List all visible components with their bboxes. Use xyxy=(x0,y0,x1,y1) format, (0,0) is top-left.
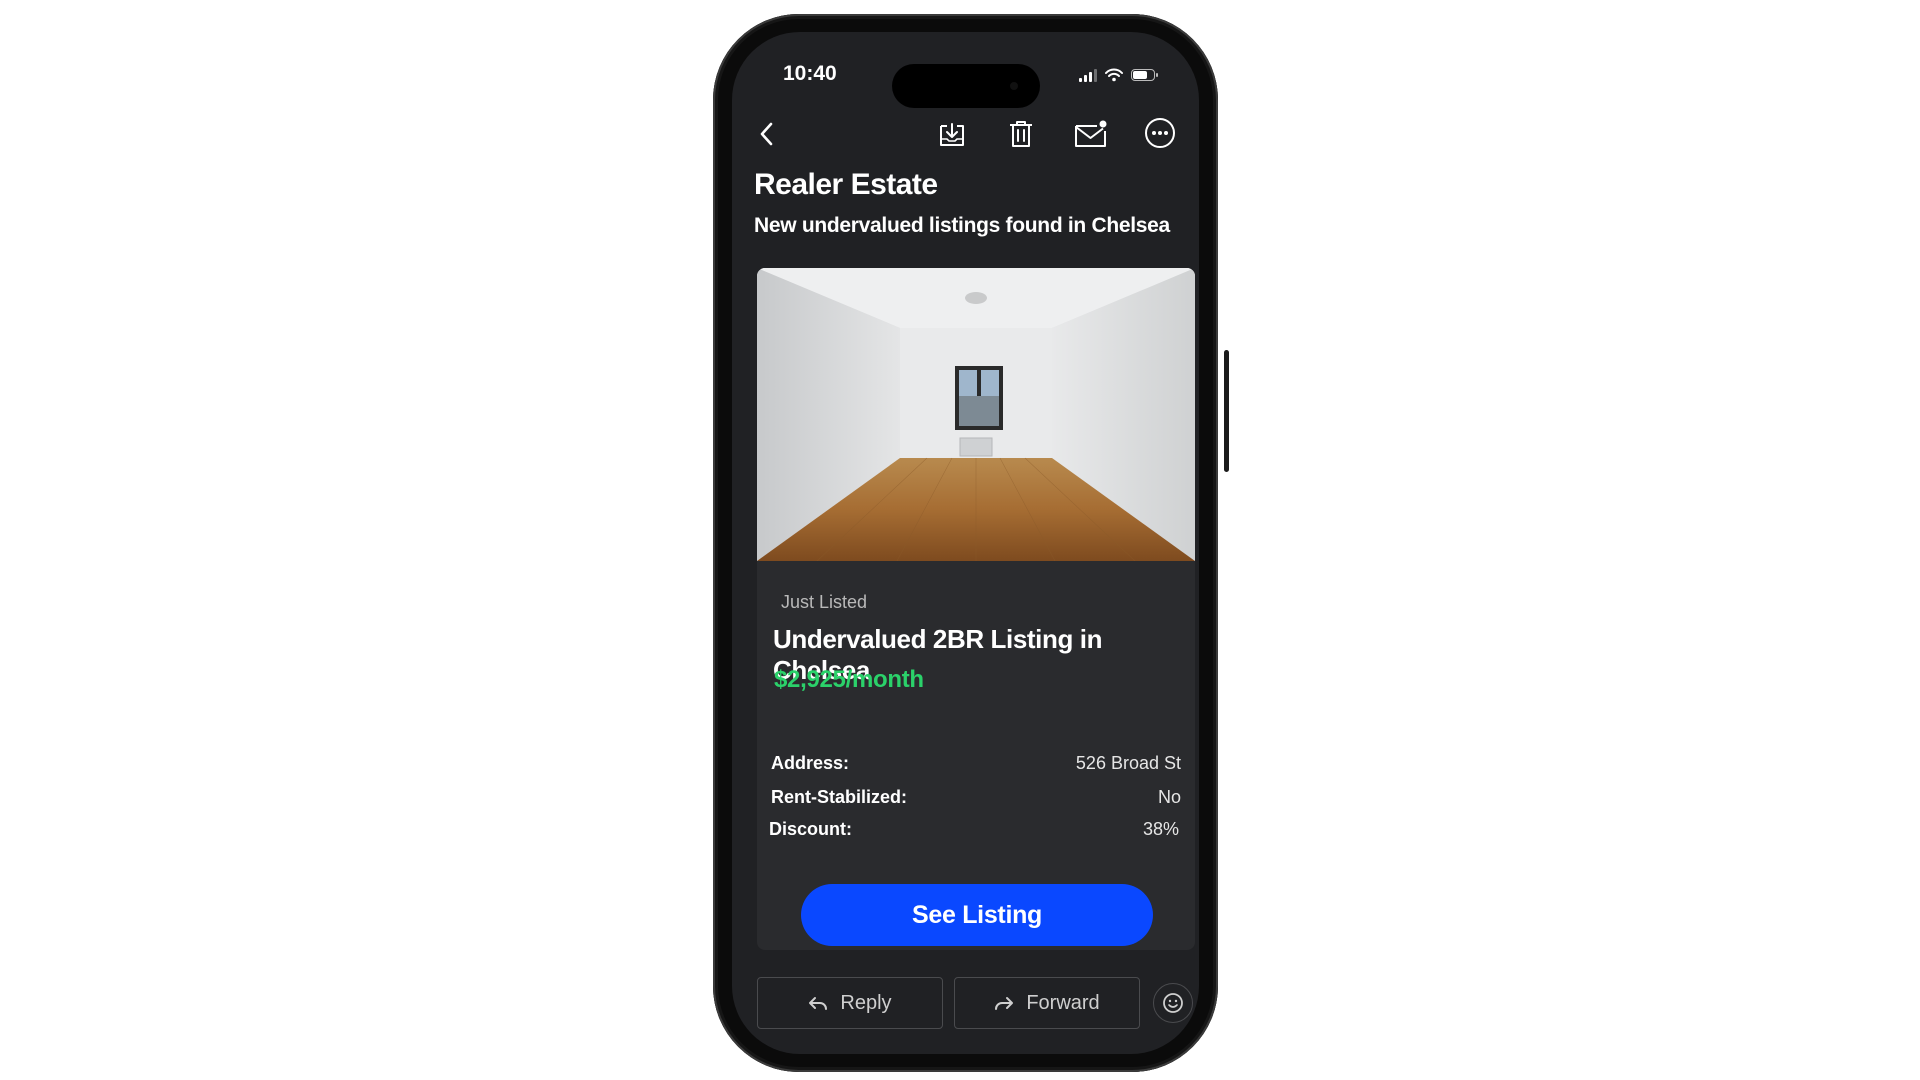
detail-label: Discount: xyxy=(769,819,852,839)
detail-row-address: Address: 526 Broad St xyxy=(771,753,1181,774)
trash-icon xyxy=(1010,121,1032,147)
listing-card: Just Listed Undervalued 2BR Listing in C… xyxy=(757,268,1195,950)
forward-button[interactable]: Forward xyxy=(954,977,1140,1029)
more-button[interactable] xyxy=(1141,114,1179,152)
email-subject: New undervalued listings found in Chelse… xyxy=(754,214,1170,237)
wifi-icon xyxy=(1105,68,1123,82)
reply-icon xyxy=(809,997,828,1010)
listing-price: $2,925/month xyxy=(774,666,924,693)
see-listing-button[interactable]: See Listing xyxy=(801,884,1153,946)
phone-screen: 10:40 Realer Estate New undervalued list… xyxy=(732,32,1199,1054)
reply-label: Reply xyxy=(840,991,892,1014)
smiley-icon xyxy=(1163,993,1183,1013)
archive-download-icon xyxy=(940,123,964,146)
detail-row-rent-stabilized: Rent-Stabilized: No xyxy=(771,787,1181,808)
battery-icon xyxy=(1131,69,1158,81)
chevron-left-icon xyxy=(760,122,773,146)
detail-value: 526 Broad St xyxy=(1075,753,1181,773)
dynamic-island xyxy=(892,64,1040,108)
detail-label: Address: xyxy=(771,753,850,773)
signal-icon xyxy=(1079,68,1097,82)
delete-button[interactable] xyxy=(1003,116,1039,152)
forward-label: Forward xyxy=(1026,991,1100,1014)
detail-row-discount: Discount: 38% xyxy=(769,819,1179,840)
email-sender: Realer Estate xyxy=(754,168,938,201)
listing-tag: Just Listed xyxy=(781,592,868,612)
status-time: 10:40 xyxy=(783,62,837,85)
forward-icon xyxy=(995,997,1014,1010)
status-icons xyxy=(1079,68,1158,82)
mail-unread-icon xyxy=(1075,120,1107,147)
detail-value: 38% xyxy=(1142,819,1179,839)
detail-value: No xyxy=(1157,787,1181,807)
archive-button[interactable] xyxy=(934,116,970,152)
detail-label: Rent-Stabilized: xyxy=(771,787,908,807)
phone-frame: 10:40 Realer Estate New undervalued list… xyxy=(713,14,1218,1072)
listing-photo xyxy=(757,268,1195,561)
mark-unread-button[interactable] xyxy=(1071,116,1111,152)
back-button[interactable] xyxy=(750,117,784,151)
power-button xyxy=(1224,350,1229,472)
more-horizontal-icon xyxy=(1145,118,1175,148)
emoji-reaction-button[interactable] xyxy=(1153,983,1193,1023)
reply-button[interactable]: Reply xyxy=(757,977,943,1029)
